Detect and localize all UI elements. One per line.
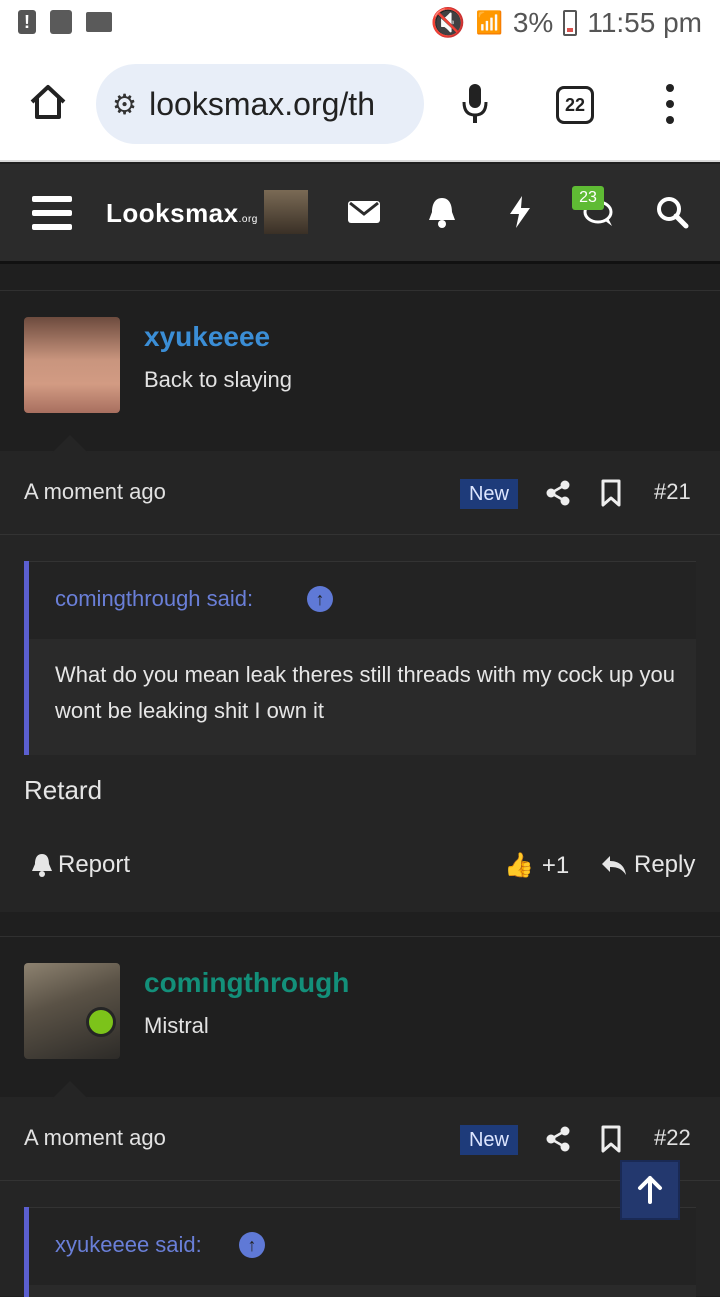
mute-icon: 🔇 — [430, 7, 466, 38]
post-time[interactable]: A moment ago — [24, 479, 166, 505]
reply-button[interactable]: Reply — [600, 851, 695, 879]
messages-count-badge: 23 — [572, 186, 604, 210]
thread-content: xyukeeee Back to slaying A moment ago Ne… — [0, 266, 720, 1297]
alert-icon: ! — [18, 10, 36, 34]
go-to-quote-icon[interactable]: ↑ — [239, 1232, 265, 1258]
quote-block: xyukeeee said: ↑ — [24, 1207, 696, 1297]
post-number[interactable]: #22 — [654, 1125, 691, 1151]
go-to-quote-icon[interactable]: ↑ — [307, 586, 333, 612]
post-message: Retard — [24, 775, 103, 805]
post-author: comingthrough Mistral — [0, 937, 720, 1099]
post-number[interactable]: #21 — [654, 479, 691, 505]
status-bar: ! 🔇 📶 3% 11:55 pm — [0, 0, 720, 50]
post-author: xyukeeee Back to slaying — [0, 291, 720, 453]
author-arrow — [52, 435, 88, 453]
share-icon[interactable] — [544, 479, 572, 507]
like-count: +1 — [541, 851, 570, 879]
address-bar[interactable]: ⚙ looksmax.org/th — [96, 64, 424, 144]
author-arrow — [52, 1081, 88, 1099]
user-title: Back to slaying — [144, 367, 292, 392]
battery-percent: 3% — [512, 6, 554, 38]
search-icon[interactable] — [654, 194, 690, 230]
browser-toolbar: ⚙ looksmax.org/th 22 — [0, 50, 720, 162]
post-meta: A moment ago New #21 — [0, 453, 720, 535]
post-actions: Report 👍 +1 Reply — [0, 851, 720, 891]
arrow-up-icon — [638, 1176, 662, 1204]
bookmark-icon[interactable] — [600, 1125, 622, 1153]
reply-arrow-icon — [602, 856, 626, 875]
site-settings-icon[interactable]: ⚙ — [112, 88, 137, 121]
quote-author-link[interactable]: xyukeeee said: — [55, 1232, 202, 1258]
author-avatar[interactable] — [24, 317, 120, 413]
quote-text: What do you mean leak theres still threa… — [55, 662, 675, 723]
quote-header: comingthrough said: ↑ — [29, 561, 696, 639]
battery-icon — [563, 9, 578, 36]
folder-icon — [86, 12, 112, 32]
image-icon — [50, 10, 72, 34]
share-icon[interactable] — [544, 1125, 572, 1153]
report-button[interactable]: Report — [30, 851, 130, 879]
post: xyukeeee Back to slaying A moment ago Ne… — [0, 290, 720, 912]
home-icon[interactable] — [28, 82, 68, 122]
thumbs-up-icon: 👍 — [504, 852, 534, 879]
reply-label: Reply — [634, 851, 696, 878]
quote-block: comingthrough said: ↑ What do you mean l… — [24, 561, 696, 755]
lightning-icon[interactable] — [502, 194, 538, 230]
envelope-icon[interactable] — [346, 194, 382, 230]
new-badge: New — [460, 1125, 518, 1155]
user-avatar[interactable] — [264, 190, 308, 234]
clock: 11:55 pm — [587, 6, 702, 38]
user-title: Mistral — [144, 1013, 209, 1038]
tab-switcher-button[interactable]: 22 — [556, 86, 594, 124]
report-label: Report — [58, 851, 131, 878]
quote-author-link[interactable]: comingthrough said: — [55, 586, 253, 612]
username-link[interactable]: comingthrough — [144, 967, 349, 999]
post: comingthrough Mistral A moment ago New #… — [0, 936, 720, 1297]
bell-icon — [32, 854, 52, 877]
bookmark-icon[interactable] — [600, 479, 622, 507]
hamburger-menu-icon[interactable] — [32, 196, 72, 230]
bell-icon[interactable] — [424, 194, 460, 230]
mic-icon[interactable] — [460, 82, 490, 124]
username-link[interactable]: xyukeeee — [144, 321, 270, 353]
overflow-menu-icon[interactable] — [664, 84, 676, 124]
quote-header: xyukeeee said: ↑ — [29, 1207, 696, 1285]
post-time[interactable]: A moment ago — [24, 1125, 166, 1151]
scroll-to-top-button[interactable] — [620, 1160, 680, 1220]
like-button[interactable]: 👍 +1 — [504, 851, 569, 880]
new-badge: New — [460, 479, 518, 509]
site-header: Looksmax.org 23 — [0, 164, 720, 264]
post-meta: A moment ago New #22 — [0, 1099, 720, 1181]
wifi-icon: 📶 — [475, 9, 503, 35]
url-text: looksmax.org/th — [149, 85, 375, 122]
site-logo[interactable]: Looksmax.org — [106, 198, 258, 229]
online-status-indicator — [86, 1007, 116, 1037]
